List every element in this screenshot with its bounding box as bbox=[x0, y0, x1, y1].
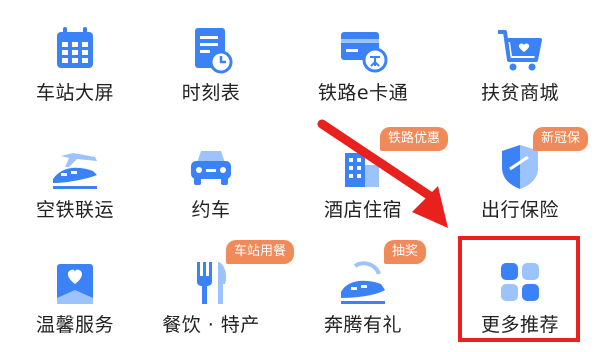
grid-item-insurance[interactable]: 新冠保 出行保险 bbox=[445, 117, 595, 234]
badge-covid-insurance: 新冠保 bbox=[533, 127, 589, 151]
ecard-icon bbox=[335, 22, 391, 78]
grid-item-warm-service[interactable]: 温馨服务 bbox=[0, 232, 150, 349]
car-icon bbox=[183, 139, 239, 195]
grid-item-label: 空铁联运 bbox=[35, 199, 114, 221]
plane-train-icon bbox=[47, 139, 103, 195]
grid-item-label: 扶贫商城 bbox=[480, 82, 559, 104]
grid-item-label: 约车 bbox=[191, 199, 231, 221]
grid-item-air-rail[interactable]: 空铁联运 bbox=[0, 117, 150, 234]
highlight-box bbox=[458, 236, 580, 342]
grid-item-label: 奔腾有礼 bbox=[323, 314, 402, 336]
badge-station-dining: 车站用餐 bbox=[226, 240, 295, 264]
train-gift-icon bbox=[335, 254, 391, 310]
heart-tag-icon bbox=[47, 254, 103, 310]
calendar-icon bbox=[47, 22, 103, 78]
grid-item-label: 温馨服务 bbox=[35, 314, 114, 336]
grid-item-label: 铁路e卡通 bbox=[317, 82, 409, 104]
grid-item-mall[interactable]: 扶贫商城 bbox=[445, 0, 595, 117]
grid-item-label: 餐饮 · 特产 bbox=[162, 314, 260, 336]
grid-item-food[interactable]: 车站用餐 餐饮 · 特产 bbox=[136, 232, 295, 349]
grid-item-label: 时刻表 bbox=[181, 82, 241, 104]
grid-item-label: 车站大屏 bbox=[35, 82, 114, 104]
grid-item-station-screen[interactable]: 车站大屏 bbox=[0, 0, 150, 117]
timetable-icon bbox=[183, 22, 239, 78]
grid-item-label: 出行保险 bbox=[480, 199, 559, 221]
grid-item-car[interactable]: 约车 bbox=[136, 117, 286, 234]
grid-item-label: 酒店住宿 bbox=[323, 199, 402, 221]
badge-lottery: 抽奖 bbox=[384, 240, 427, 264]
badge-rail-discount: 铁路优惠 bbox=[380, 127, 449, 151]
grid-item-gift[interactable]: 抽奖 奔腾有礼 bbox=[288, 232, 438, 349]
shopping-cart-icon bbox=[492, 22, 548, 78]
grid-item-hotel[interactable]: 铁路优惠 酒店住宿 bbox=[288, 117, 449, 234]
grid-item-ecard[interactable]: 铁路e卡通 bbox=[288, 0, 438, 117]
grid-item-timetable[interactable]: 时刻表 bbox=[136, 0, 286, 117]
